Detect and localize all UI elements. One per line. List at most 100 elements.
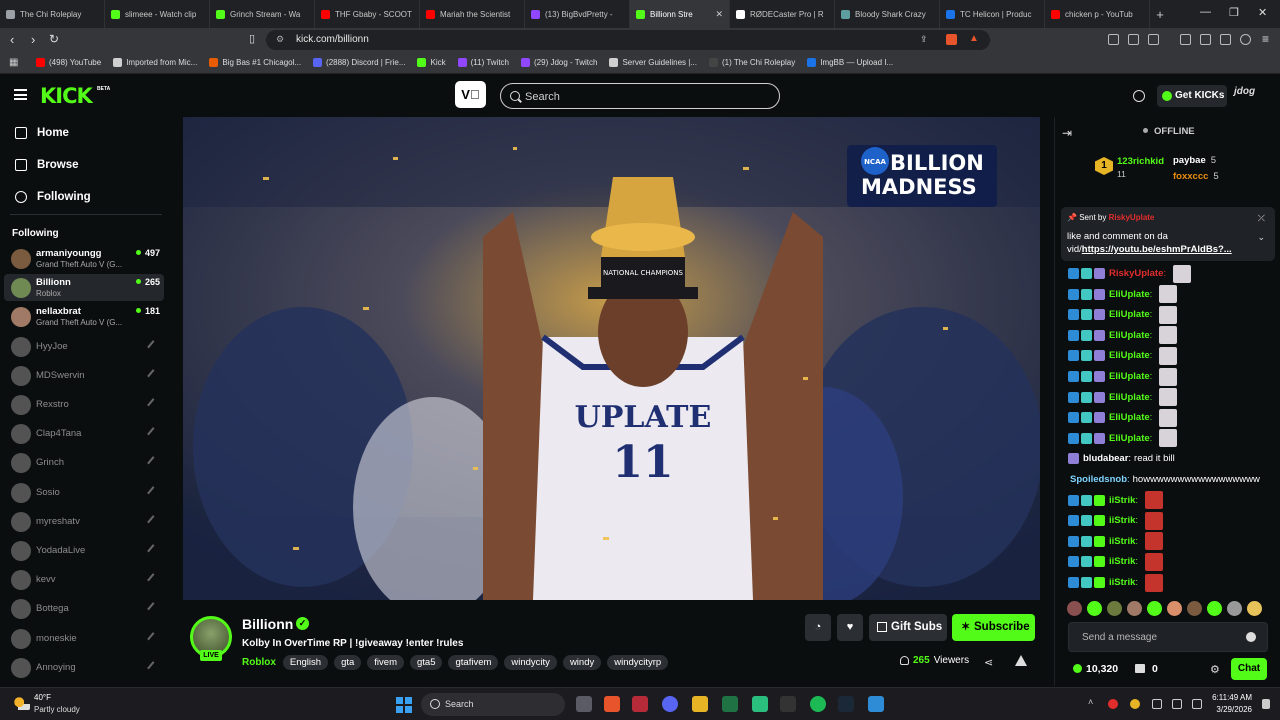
video-player[interactable]: UPLATE 11 NATIONAL CHAMPIONS NCAA BILLIO… xyxy=(183,117,1040,600)
chat-username[interactable]: iiStrik xyxy=(1109,495,1135,506)
following-channel-clap4tana[interactable]: Clap4Tana xyxy=(4,420,164,447)
chat-username[interactable]: bludabear xyxy=(1083,453,1128,464)
emoji-icon[interactable] xyxy=(1246,632,1256,642)
brave-icon[interactable] xyxy=(604,696,620,712)
browser-tab[interactable]: Mariah the Scientist xyxy=(420,0,525,28)
chat-username[interactable]: iiStrik xyxy=(1109,515,1135,526)
notification-bell-button[interactable]: ◔ xyxy=(805,614,831,641)
extension-icon-4[interactable] xyxy=(1200,34,1211,45)
discord-icon[interactable] xyxy=(662,696,678,712)
emote-option[interactable] xyxy=(1167,601,1182,616)
bookmark-item[interactable]: (498) YouTube xyxy=(36,58,101,67)
notifications-icon[interactable] xyxy=(1262,699,1270,709)
chevron-up-icon[interactable]: ˄ xyxy=(1088,697,1098,707)
chat-username[interactable]: EliUplate xyxy=(1109,412,1150,423)
nav-following[interactable]: Following xyxy=(15,187,91,207)
emote-option[interactable] xyxy=(1127,601,1142,616)
tag-gta[interactable]: gta xyxy=(334,655,362,670)
browser-tab[interactable]: RØDECaster Pro | R xyxy=(730,0,835,28)
tray-app-icon-2[interactable] xyxy=(1130,699,1140,709)
chat-send-button[interactable]: Chat xyxy=(1231,658,1267,680)
tag-gtafivem[interactable]: gtafivem xyxy=(448,655,499,670)
tag-gta5[interactable]: gta5 xyxy=(409,655,443,670)
chat-username[interactable]: EliUplate xyxy=(1109,330,1150,341)
extension-icon-5[interactable] xyxy=(1220,34,1231,45)
emote-option[interactable] xyxy=(1207,601,1222,616)
chat-username[interactable]: EliUplate xyxy=(1109,392,1150,403)
subscribe-button[interactable]: ✶ Subscribe xyxy=(952,614,1035,641)
excel-icon[interactable] xyxy=(722,696,738,712)
collapse-chat-icon[interactable]: ⇥ xyxy=(1062,126,1072,140)
pinned-user[interactable]: RiskyUplate xyxy=(1109,213,1155,222)
bookmark-item[interactable]: Imported from Mic... xyxy=(113,58,197,67)
drops-icon[interactable] xyxy=(1133,90,1145,102)
chat-username[interactable]: Spoiledsnob xyxy=(1070,474,1127,485)
chat-username[interactable]: iiStrik xyxy=(1109,556,1135,567)
gear-icon[interactable]: ⚙ xyxy=(1210,663,1220,676)
menu-icon[interactable]: ≡ xyxy=(1262,32,1269,46)
tag-windycity[interactable]: windycity xyxy=(504,655,557,670)
search-input[interactable] xyxy=(525,89,765,104)
kick-logo[interactable]: KICK xyxy=(40,84,93,108)
share-page-icon[interactable]: ⇪ xyxy=(920,34,928,45)
music-icon[interactable] xyxy=(1180,34,1191,45)
brave-shield-icon[interactable] xyxy=(946,34,957,45)
emote-option[interactable] xyxy=(1087,601,1102,616)
chat-message-input[interactable] xyxy=(1068,622,1268,652)
steam-icon[interactable] xyxy=(838,696,854,712)
site-info-icon[interactable]: ⚙ xyxy=(276,34,284,45)
browser-tab[interactable]: slimeee - Watch clip xyxy=(105,0,210,28)
chat-username[interactable]: iiStrik xyxy=(1109,577,1135,588)
clock-time[interactable]: 6:11:49 AM xyxy=(1210,693,1252,702)
close-window-icon[interactable]: ✕ xyxy=(1258,6,1267,19)
tag-windy[interactable]: windy xyxy=(562,655,602,670)
app-icon[interactable] xyxy=(632,696,648,712)
following-channel-billionn[interactable]: Billionn Roblox 265 xyxy=(4,274,164,302)
windows-start-icon[interactable] xyxy=(396,697,412,713)
task-view-icon[interactable] xyxy=(576,696,592,712)
chevron-down-icon[interactable]: ⌄ xyxy=(1257,232,1265,243)
bookmark-item[interactable]: (1) The Chi Roleplay xyxy=(709,58,795,67)
new-tab-button[interactable]: + xyxy=(1150,7,1170,22)
report-icon[interactable] xyxy=(1015,655,1027,666)
tray-app-icon[interactable] xyxy=(1108,699,1118,709)
vo-logo-icon[interactable]: V⃞ xyxy=(455,81,486,108)
back-icon[interactable]: ‹ xyxy=(10,32,14,47)
nav-browse[interactable]: Browse xyxy=(15,155,79,175)
follow-heart-button[interactable]: ♥ xyxy=(837,614,863,641)
following-channel-nellaxbrat[interactable]: nellaxbrat Grand Theft Auto V (G... 181 xyxy=(4,303,164,330)
chat-username[interactable]: EliUplate xyxy=(1109,309,1150,320)
file-explorer-icon[interactable] xyxy=(692,696,708,712)
following-channel-myreshatv[interactable]: myreshatv xyxy=(4,508,164,535)
leaderboard-third[interactable]: foxxccc 5 xyxy=(1173,171,1219,182)
network-icon[interactable] xyxy=(1152,699,1162,709)
search-box[interactable] xyxy=(500,83,780,109)
close-tab-icon[interactable]: ✕ xyxy=(715,9,723,20)
following-channel-moneskie[interactable]: moneskie xyxy=(4,625,164,652)
browser-tab[interactable]: The Chi Roleplay xyxy=(0,0,105,28)
chat-username[interactable]: EliUplate xyxy=(1109,289,1150,300)
brave-rewards-icon[interactable]: ▲ xyxy=(969,33,979,44)
channel-points-balance[interactable]: 0 xyxy=(1135,663,1158,675)
following-channel-hyyjoe[interactable]: HyyJoe xyxy=(4,333,164,360)
nav-home[interactable]: Home xyxy=(15,123,69,143)
following-channel-yodadalive[interactable]: YodadaLive xyxy=(4,537,164,564)
kicks-balance[interactable]: 10,320 xyxy=(1073,663,1118,675)
following-channel-mdswervin[interactable]: MDSwervin xyxy=(4,362,164,389)
browser-tab[interactable]: chicken p - YouTub xyxy=(1045,0,1150,28)
pinned-message[interactable]: 📌 Sent by RiskyUplate ⤫ like and comment… xyxy=(1061,207,1275,261)
chat-username[interactable]: iiStrik xyxy=(1109,536,1135,547)
unpin-icon[interactable]: ⤫ xyxy=(1258,213,1265,224)
chat-username[interactable]: RiskyUplate xyxy=(1109,268,1163,279)
spotify-icon[interactable] xyxy=(810,696,826,712)
tag-fivem[interactable]: fivem xyxy=(367,655,404,670)
app-icon-3[interactable] xyxy=(780,696,796,712)
emote-option[interactable] xyxy=(1187,601,1202,616)
browser-tab[interactable]: (13) BigBvdPretty - xyxy=(525,0,630,28)
chat-username[interactable]: EliUplate xyxy=(1109,433,1150,444)
bookmark-item[interactable]: Kick xyxy=(417,58,446,67)
channel-name[interactable]: Billionn xyxy=(242,616,293,632)
bookmark-icon[interactable]: ▯ xyxy=(249,32,255,45)
forward-icon[interactable]: › xyxy=(31,32,35,47)
taskbar-search[interactable]: Search xyxy=(421,693,565,716)
